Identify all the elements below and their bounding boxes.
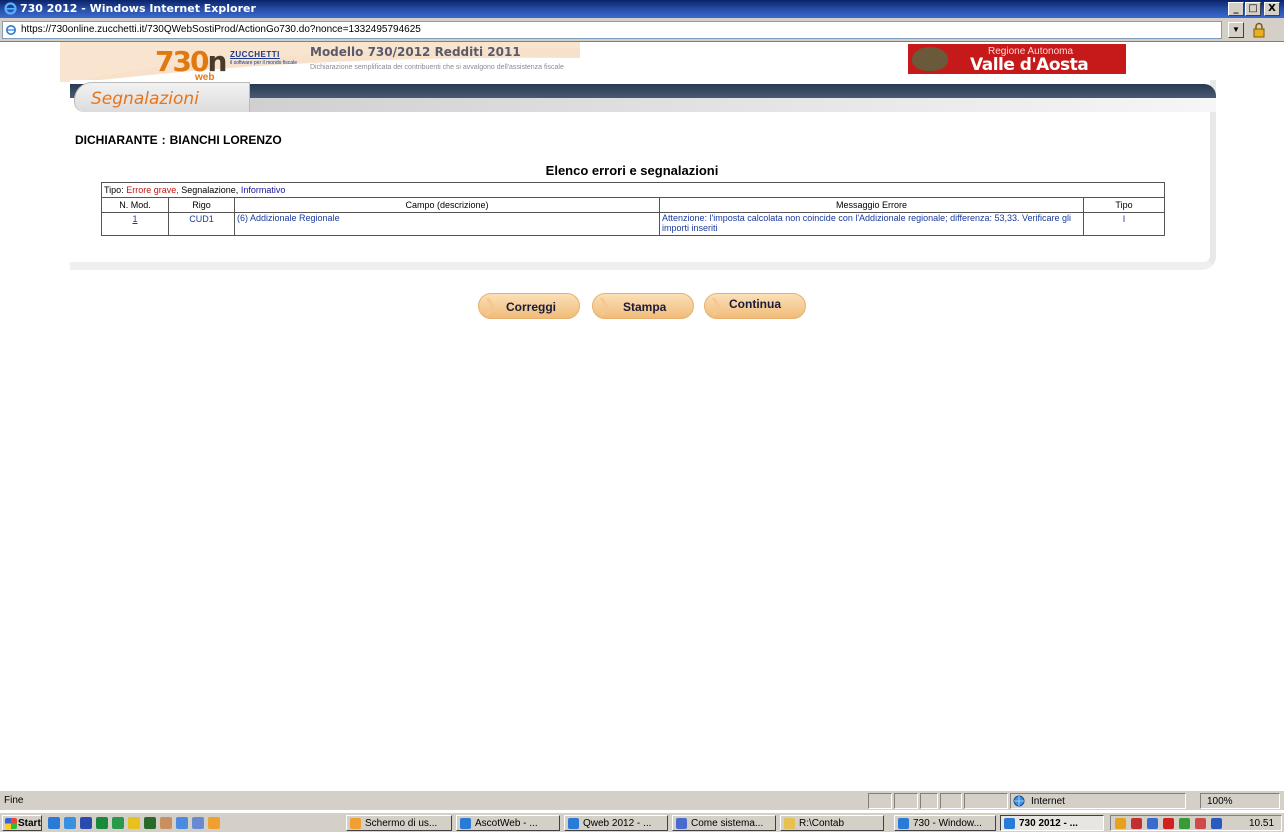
status-text: Fine (4, 795, 24, 806)
ie-icon (460, 818, 471, 829)
page-heading: Elenco errori e segnalazioni (545, 163, 719, 178)
window-title-bar[interactable]: 730 2012 - Windows Internet Explorer _ □… (0, 0, 1284, 18)
stampa-button[interactable]: ❯ Stampa (592, 293, 694, 319)
form-title: Modello 730/2012 Redditi 2011 (310, 45, 521, 59)
lock-icon[interactable] (1252, 22, 1266, 38)
table-row: 1 CUD1 (6) Addizionale Regionale Attenzi… (102, 213, 1164, 235)
quicklaunch-app-icon[interactable] (160, 817, 172, 829)
address-bar: https://730online.zucchetti.it/730QWebSo… (0, 18, 1284, 42)
quicklaunch-word-icon[interactable] (80, 817, 92, 829)
table-header: N. Mod. Rigo Campo (descrizione) Messagg… (102, 198, 1164, 213)
zoom-control[interactable]: 100% (1200, 793, 1280, 809)
quicklaunch-app-icon[interactable] (192, 817, 204, 829)
quicklaunch-star-icon[interactable] (128, 817, 140, 829)
chevron-right-icon: ❯ (597, 296, 612, 315)
quicklaunch-app-icon[interactable] (112, 817, 124, 829)
tipo-cell: I (1122, 214, 1126, 224)
internet-explorer-icon (4, 2, 17, 15)
tray-icon[interactable] (1115, 818, 1126, 829)
tray-icon[interactable] (1131, 818, 1142, 829)
taskbar-item-active[interactable]: 730 2012 - ... (1000, 815, 1104, 831)
ie-icon (568, 818, 579, 829)
site-banner: 730n web ZUCCHETTI il software per il mo… (0, 42, 1220, 83)
page-icon (6, 25, 16, 35)
quicklaunch-browser-icon[interactable] (64, 817, 76, 829)
tray-icon[interactable] (1195, 818, 1206, 829)
globe-icon (1013, 795, 1025, 807)
address-input[interactable]: https://730online.zucchetti.it/730QWebSo… (2, 21, 1222, 39)
type-legend: Tipo: Errore grave, Segnalazione, Inform… (102, 183, 1164, 198)
clock: 10.51 (1249, 818, 1275, 829)
dichiarante-label: DICHIARANTE (75, 133, 158, 147)
region-logo: Regione Autonoma Valle d'Aosta (908, 44, 1126, 75)
dichiarante-line: DICHIARANTE: BIANCHI LORENZO (75, 133, 282, 147)
column-header: Campo (descrizione) (235, 198, 660, 212)
maximize-button[interactable]: □ (1245, 2, 1261, 16)
ie-icon (898, 818, 909, 829)
chevron-right-icon: ❯ (709, 296, 724, 315)
taskbar-item[interactable]: AscotWeb - ... (456, 815, 560, 831)
zucchetti-logo: ZUCCHETTI (230, 50, 280, 59)
column-header: Messaggio Errore (660, 198, 1084, 212)
taskbar-item[interactable]: R:\Contab (780, 815, 884, 831)
taskbar-item[interactable]: Qweb 2012 - ... (564, 815, 668, 831)
logo-730: 730n (155, 45, 227, 78)
app-icon (350, 818, 361, 829)
column-header: N. Mod. (102, 198, 169, 212)
continua-button[interactable]: ❯ Continua (704, 293, 806, 319)
rigo-cell: CUD1 (169, 213, 235, 235)
chevron-right-icon: ❯ (483, 296, 498, 315)
taskbar-item[interactable]: Schermo di us... (346, 815, 452, 831)
windows-flag-icon (5, 818, 17, 829)
section-header: Segnalazioni (70, 80, 1216, 112)
status-bar: Fine Internet 100% (0, 790, 1284, 810)
window-title: 730 2012 - Windows Internet Explorer (20, 2, 256, 15)
zucchetti-tagline: il software per il mondo fiscale (230, 60, 297, 66)
tab-segnalazioni: Segnalazioni (74, 82, 250, 112)
document-icon (676, 818, 687, 829)
quicklaunch-app-icon[interactable] (176, 817, 188, 829)
close-button[interactable]: X (1264, 2, 1280, 16)
dichiarante-name: BIANCHI LORENZO (169, 133, 282, 147)
address-dropdown-button[interactable]: ▼ (1228, 22, 1244, 38)
form-subtitle: Dichiarazione semplificata dei contribue… (310, 64, 564, 71)
security-zone[interactable]: Internet (1010, 793, 1186, 809)
correggi-button[interactable]: ❯ Correggi (478, 293, 580, 319)
tray-icon[interactable] (1163, 818, 1174, 829)
tray-icon[interactable] (1147, 818, 1158, 829)
folder-icon (784, 818, 795, 829)
tray-icon[interactable] (1211, 818, 1222, 829)
start-button[interactable]: Start (2, 815, 42, 831)
ie-icon (1004, 818, 1015, 829)
taskbar: Start Schermo di us... AscotWeb - ... Qw… (0, 812, 1284, 832)
campo-cell: (6) Addizionale Regionale (235, 213, 660, 235)
taskbar-item[interactable]: 730 - Window... (894, 815, 996, 831)
taskbar-item[interactable]: Come sistema... (672, 815, 776, 831)
errors-table: Tipo: Errore grave, Segnalazione, Inform… (101, 182, 1165, 236)
quicklaunch-app-icon[interactable] (208, 817, 220, 829)
messaggio-cell: Attenzione: l'imposta calcolata non coin… (660, 213, 1084, 235)
address-url: https://730online.zucchetti.it/730QWebSo… (21, 24, 421, 35)
modulo-link[interactable]: 1 (132, 214, 137, 224)
tray-icon[interactable] (1179, 818, 1190, 829)
minimize-button[interactable]: _ (1228, 2, 1244, 16)
column-header: Rigo (169, 198, 235, 212)
quicklaunch-app-icon[interactable] (144, 817, 156, 829)
quicklaunch-excel-icon[interactable] (96, 817, 108, 829)
quicklaunch-ie-icon[interactable] (48, 817, 60, 829)
system-tray: 10.51 (1110, 815, 1282, 831)
zoom-level: 100% (1207, 796, 1233, 807)
column-header: Tipo (1115, 200, 1133, 210)
region-crest-icon (912, 47, 948, 71)
